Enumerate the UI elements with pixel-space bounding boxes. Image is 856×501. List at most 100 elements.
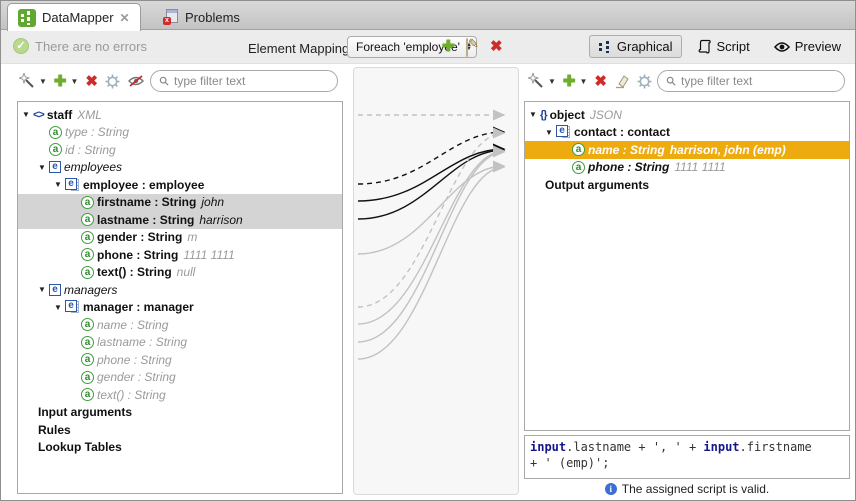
mapping-canvas[interactable]	[353, 67, 519, 495]
tree-item-employee-employee[interactable]: ▼eemployee : employee	[18, 176, 342, 194]
mapping-line-manager-phone-to-phone	[358, 167, 504, 359]
tree-item-id-string[interactable]: aid : String	[18, 141, 342, 159]
attribute-icon: a	[81, 248, 94, 261]
tree-item-phone-string[interactable]: aphone : String1111 1111	[525, 159, 849, 177]
expand-triangle-icon[interactable]: ▼	[22, 110, 33, 119]
input-panel-toolbar: ▼ ✚ ▼ ✖	[19, 68, 145, 94]
item-label: text() : String	[97, 265, 172, 279]
mapping-line-employee-to-contact	[358, 132, 504, 184]
tree-item-text-string[interactable]: atext() : Stringnull	[18, 264, 342, 282]
item-value: XML	[77, 108, 102, 122]
remove-element-button[interactable]: ✖	[594, 72, 607, 90]
main-toolbar: ✓ There are no errors Element Mapping Fo…	[1, 30, 855, 64]
wand-icon[interactable]	[528, 73, 544, 89]
attribute-icon: a	[81, 231, 94, 244]
item-label: manager : manager	[83, 300, 194, 314]
attribute-icon: a	[572, 161, 585, 174]
tree-item-employees[interactable]: ▼eemployees	[18, 159, 342, 177]
tree-item-type-string[interactable]: atype : String	[18, 124, 342, 142]
input-tree-footer: Input argumentsRulesLookup Tables	[18, 404, 342, 457]
expand-triangle-icon[interactable]: ▼	[54, 303, 65, 312]
properties-gear-icon[interactable]	[637, 74, 652, 89]
item-label: phone : String	[97, 248, 178, 262]
expand-triangle-icon[interactable]: ▼	[38, 285, 49, 294]
properties-gear-icon[interactable]	[105, 74, 120, 89]
tree-item-object[interactable]: ▼{}objectJSON	[525, 106, 849, 124]
tree-item-name-string[interactable]: aname : Stringharrison, john (emp)	[525, 141, 849, 159]
add-element-button[interactable]: ✚	[54, 72, 67, 90]
attribute-icon: a	[81, 353, 94, 366]
element-definition-icon: e	[556, 125, 571, 139]
add-dropdown-caret[interactable]: ▼	[71, 77, 79, 86]
tree-item-gender-string[interactable]: agender : Stringm	[18, 229, 342, 247]
script-icon	[698, 39, 712, 54]
tab-datamapper-label: DataMapper	[42, 10, 114, 25]
section-input-arguments[interactable]: Input arguments	[18, 404, 342, 422]
element-mapping-select[interactable]: Foreach 'employee' ▲▼	[347, 36, 477, 58]
tree-item-firstname-string[interactable]: afirstname : Stringjohn	[18, 194, 342, 212]
preview-view-button[interactable]: Preview	[766, 36, 849, 57]
tree-item-lastname-string[interactable]: alastname : Stringharrison	[18, 211, 342, 229]
add-dropdown-caret[interactable]: ▼	[580, 77, 588, 86]
tab-problems[interactable]: x Problems	[153, 3, 250, 31]
item-label: contact : contact	[574, 125, 670, 139]
edit-icon	[466, 38, 468, 57]
mapping-line-phone-to-phone	[358, 166, 504, 254]
attribute-icon: a	[49, 143, 62, 156]
add-mapping-button[interactable]: ✚	[442, 38, 455, 56]
output-tree: ▼{}objectJSON ▼econtact : contact aname …	[525, 102, 849, 176]
tree-item-contact-contact[interactable]: ▼econtact : contact	[525, 124, 849, 142]
output-tree-panel: ▼{}objectJSON ▼econtact : contact aname …	[524, 101, 850, 431]
expand-triangle-icon[interactable]: ▼	[545, 128, 556, 137]
section-output-arguments[interactable]: Output arguments	[525, 176, 849, 194]
tab-datamapper[interactable]: DataMapper ✕	[7, 3, 141, 31]
wand-dropdown-caret[interactable]: ▼	[39, 77, 47, 86]
item-value: 1111 1111	[674, 160, 725, 174]
input-filter-field[interactable]	[174, 74, 329, 88]
tree-item-managers[interactable]: ▼emanagers	[18, 281, 342, 299]
attribute-icon: a	[81, 371, 94, 384]
eraser-icon[interactable]	[614, 74, 630, 89]
tree-item-lastname-string[interactable]: alastname : String	[18, 334, 342, 352]
tree-item-staff[interactable]: ▼<>staffXML	[18, 106, 342, 124]
remove-element-button[interactable]: ✖	[85, 72, 98, 90]
input-filter[interactable]	[150, 70, 338, 92]
item-label: managers	[64, 283, 117, 297]
script-label: Script	[717, 39, 750, 54]
expand-triangle-icon[interactable]: ▼	[38, 163, 49, 172]
item-value: JSON	[590, 108, 622, 122]
element-icon: e	[49, 161, 61, 173]
hide-empty-eye-icon[interactable]	[127, 74, 145, 88]
output-filter[interactable]	[657, 70, 845, 92]
add-element-button[interactable]: ✚	[563, 72, 576, 90]
check-circle-icon: ✓	[13, 38, 29, 54]
section-lookup-tables[interactable]: Lookup Tables	[18, 439, 342, 457]
script-view-button[interactable]: Script	[690, 36, 758, 57]
wand-dropdown-caret[interactable]: ▼	[548, 77, 556, 86]
tree-item-phone-string[interactable]: aphone : String1111 1111	[18, 246, 342, 264]
input-tree: ▼<>staffXML atype : String aid : String …	[18, 102, 342, 404]
element-mapping-label: Element Mapping	[248, 41, 349, 56]
graphical-view-button[interactable]: Graphical	[589, 35, 682, 58]
script-editor[interactable]: input.lastname + ', ' + input.firstname+…	[524, 435, 850, 479]
tree-item-manager-manager[interactable]: ▼emanager : manager	[18, 299, 342, 317]
element-icon: e	[49, 284, 61, 296]
section-rules[interactable]: Rules	[18, 421, 342, 439]
close-icon[interactable]: ✕	[120, 11, 130, 25]
graphical-label: Graphical	[617, 39, 673, 54]
item-label: name : String	[588, 143, 665, 157]
tree-item-name-string[interactable]: aname : String	[18, 316, 342, 334]
expand-triangle-icon[interactable]: ▼	[529, 110, 540, 119]
script-status: i The assigned script is valid.	[524, 482, 850, 496]
wand-icon[interactable]	[19, 73, 35, 89]
tree-item-gender-string[interactable]: agender : String	[18, 369, 342, 387]
script-status-label: The assigned script is valid.	[622, 482, 769, 496]
item-label: name : String	[97, 318, 168, 332]
tree-item-text-string[interactable]: atext() : String	[18, 386, 342, 404]
tree-item-phone-string[interactable]: aphone : String	[18, 351, 342, 369]
delete-mapping-button[interactable]: ✖	[490, 38, 503, 56]
edit-mapping-button[interactable]	[466, 39, 468, 57]
output-filter-field[interactable]	[681, 74, 836, 88]
info-icon: i	[605, 483, 617, 495]
expand-triangle-icon[interactable]: ▼	[54, 180, 65, 189]
